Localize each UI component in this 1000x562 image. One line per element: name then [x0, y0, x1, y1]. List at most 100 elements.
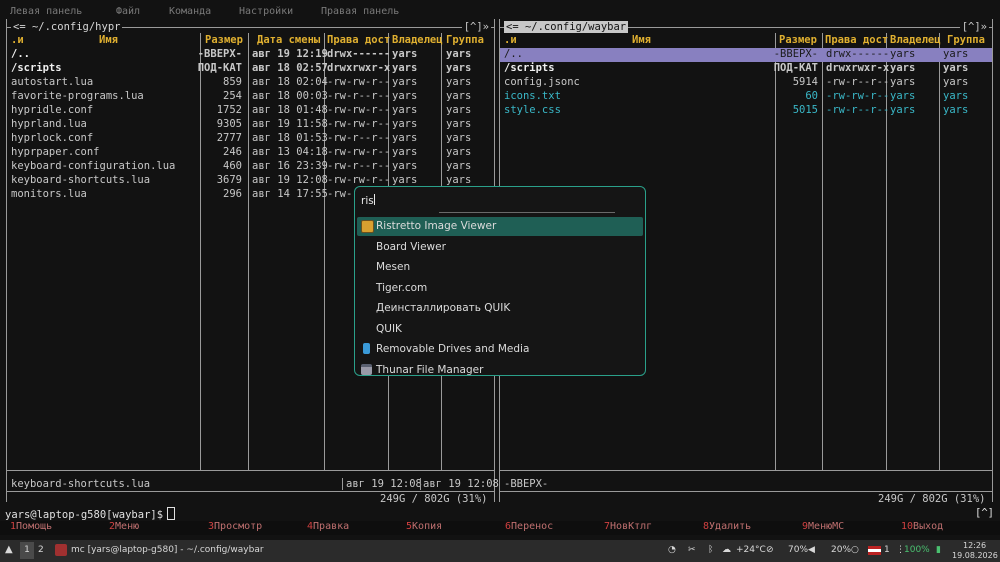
launcher-item[interactable]: Board Viewer	[357, 238, 643, 257]
menu-settings[interactable]: Настройки	[239, 6, 293, 17]
file-owner: yars	[392, 160, 418, 172]
tools-icon[interactable]: ✂	[688, 545, 696, 555]
col-owner-header[interactable]: Владелец	[890, 34, 941, 46]
file-row[interactable]: style.css 5015 -rw-r--r-- yars yars	[500, 104, 992, 118]
menu-command[interactable]: Команда	[169, 6, 211, 17]
file-row[interactable]: hyprland.lua 9305 авг 19 11:58 -rw-rw-r-- ya…	[7, 118, 494, 132]
launcher-item[interactable]: Removable Drives and Media	[357, 340, 643, 359]
network-icon[interactable]: ◔	[668, 545, 676, 555]
file-row-selected[interactable]: /.. -ВВЕРХ-drwx------ yars yars	[500, 48, 992, 62]
eye-off-icon[interactable]: ⊘	[766, 545, 774, 555]
brightness-level[interactable]: 20%	[831, 545, 851, 555]
fkey-label: МенюMC	[808, 521, 845, 532]
fkey-8[interactable]: 8Удалить	[703, 521, 751, 532]
col-sort-indicator[interactable]: .и	[504, 34, 517, 46]
file-row[interactable]: /scripts ПОД-КАТ drwxrwxr-x yars yars	[500, 62, 992, 76]
col-perm-header[interactable]: Права дост	[825, 34, 888, 46]
file-date: авг 13 04:18	[252, 146, 328, 158]
col-group-header[interactable]: Группа	[947, 34, 985, 46]
file-group: yars	[446, 118, 472, 130]
fkey-label: Помощь	[16, 521, 53, 532]
fkey-label: Просмотр	[214, 521, 263, 532]
fkey-4[interactable]: 4Правка	[307, 521, 349, 532]
col-name-header[interactable]: Имя	[99, 34, 118, 46]
fkey-2[interactable]: 2Меню	[109, 521, 139, 532]
col-date-header[interactable]: Дата смены	[257, 34, 320, 46]
file-permissions: drwxrwxr-x	[826, 62, 890, 74]
file-group: yars	[446, 76, 472, 88]
file-permissions: drwxrwxr-x	[327, 62, 391, 74]
fkey-10[interactable]: 10Выход	[901, 521, 943, 532]
clock-time[interactable]: 12:26	[963, 541, 986, 550]
col-size-header[interactable]: Размер	[205, 34, 243, 46]
file-name: icons.txt	[504, 90, 561, 102]
launcher-item[interactable]: Tiger.com	[357, 279, 643, 298]
file-row[interactable]: icons.txt 60 -rw-rw-r-- yars yars	[500, 90, 992, 104]
launcher-item[interactable]: Деинсталлировать QUIK	[357, 299, 643, 318]
workspace-2[interactable]: 2	[38, 545, 44, 555]
launcher-item[interactable]: Mesen	[357, 258, 643, 277]
command-line[interactable]: yars@laptop-g580[waybar]$	[5, 507, 176, 521]
left-panel-path: <= ~/.config/hypr	[11, 21, 123, 33]
file-name: style.css	[504, 104, 561, 116]
right-panel-indicator[interactable]: [^]»	[959, 21, 989, 33]
file-row[interactable]: /.. -ВВЕРХ-авг 19 12:19 drwx------ yars yars	[7, 48, 494, 62]
fkey-9[interactable]: 9МенюMC	[802, 521, 844, 532]
col-perm-header[interactable]: Права дост	[327, 34, 390, 46]
file-date: авг 18 00:03	[252, 90, 328, 102]
file-row[interactable]: autostart.lua 859 авг 18 02:04 -rw-rw-r-- ya…	[7, 76, 494, 90]
file-row[interactable]: favorite-programs.lua 254 авг 18 00:03 -rw-…	[7, 90, 494, 104]
file-permissions: -rw-rw-r--	[327, 118, 391, 130]
file-row[interactable]: hyprlock.conf 2777 авг 18 01:53 -rw-r--r-- y…	[7, 132, 494, 146]
col-sort-indicator[interactable]: .и	[11, 34, 24, 46]
file-size: 246	[223, 146, 242, 158]
col-group-header[interactable]: Группа	[446, 34, 484, 46]
fkey-5[interactable]: 5Копия	[406, 521, 442, 532]
file-row[interactable]: /scripts ПОД-КАТ авг 18 02:57 drwxrwxr-x yar…	[7, 62, 494, 76]
file-row[interactable]: hyprpaper.conf 246 авг 13 04:18 -rw-rw-r-- y…	[7, 146, 494, 160]
col-name-header[interactable]: Имя	[632, 34, 651, 46]
fkey-1[interactable]: 1Помощь	[10, 521, 52, 532]
file-size: 3679	[216, 174, 242, 186]
file-permissions: -rw-rw-r--	[327, 174, 391, 186]
taskbar-window-title[interactable]: mc [yars@laptop-g580] - ~/.config/waybar	[71, 545, 264, 555]
menu-right-panel[interactable]: Правая панель	[321, 6, 399, 17]
launcher-item[interactable]: Ristretto Image Viewer	[357, 217, 643, 236]
clock-date[interactable]: 19.08.2026	[952, 551, 998, 560]
file-manager-icon	[361, 363, 372, 375]
fkey-label: Выход	[913, 521, 944, 532]
launcher-search-input[interactable]: ris	[361, 194, 375, 207]
app-launcher[interactable]: ris Ristretto Image Viewer Board Viewer Me…	[354, 186, 646, 376]
fkey-label: Меню	[115, 521, 140, 532]
us-flag-icon[interactable]	[868, 546, 881, 555]
launcher-item[interactable]: QUIK	[357, 320, 643, 339]
launcher-menu-icon[interactable]: ▲	[5, 544, 13, 555]
left-panel-indicator[interactable]: [^]»	[461, 21, 491, 33]
file-name: autostart.lua	[11, 76, 94, 88]
fkey-7[interactable]: 7НовКтлг	[604, 521, 652, 532]
menu-left-panel[interactable]: Левая панель	[10, 6, 82, 17]
file-name: hyprland.lua	[11, 118, 87, 130]
file-permissions: -rw-r--r--	[826, 104, 890, 116]
fkey-6[interactable]: 6Перенос	[505, 521, 553, 532]
bluetooth-icon[interactable]: ᛒ	[708, 545, 713, 555]
keyboard-layout[interactable]: 1	[884, 545, 890, 555]
file-size: 60	[805, 90, 818, 102]
fkey-number: 10	[901, 521, 914, 532]
file-size: -ВВЕРХ-	[773, 48, 818, 60]
launcher-item-label: Tiger.com	[376, 281, 428, 294]
launcher-item[interactable]: Thunar File Manager	[357, 361, 643, 375]
menu-file[interactable]: Файл	[116, 6, 140, 17]
col-size-header[interactable]: Размер	[779, 34, 817, 46]
file-row[interactable]: config.jsonc 5914 -rw-r--r-- yars yars	[500, 76, 992, 90]
file-date: авг 19 12:08	[252, 174, 328, 186]
volume-level[interactable]: 70%	[788, 545, 808, 555]
col-owner-header[interactable]: Владелец	[392, 34, 443, 46]
file-size: ПОД-КАТ	[773, 62, 818, 74]
file-row[interactable]: keyboard-configuration.lua 460 авг 16 23:3…	[7, 160, 494, 174]
workspace-1[interactable]: 1	[20, 542, 34, 559]
file-row[interactable]: hypridle.conf 1752 авг 18 01:48 -rw-rw-r-- y…	[7, 104, 494, 118]
fkey-3[interactable]: 3Просмотр	[208, 521, 262, 532]
file-permissions: -rw-r--r--	[826, 76, 890, 88]
fkey-label: НовКтлг	[610, 521, 653, 532]
